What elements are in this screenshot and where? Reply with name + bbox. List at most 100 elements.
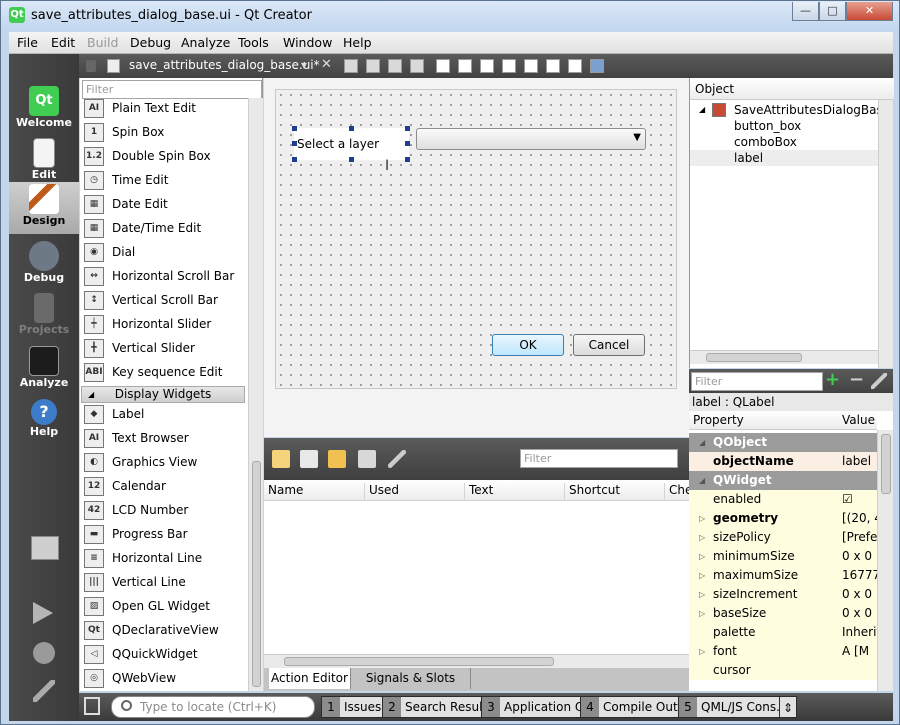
- widget-box-scroll-thumb[interactable]: [252, 461, 261, 687]
- property-expand-icon[interactable]: ▷: [699, 566, 705, 585]
- property-value[interactable]: 16777: [842, 566, 877, 585]
- column-shortcut[interactable]: Shortcut: [564, 483, 620, 501]
- widget-item-qquickwidget[interactable]: ◁ QQuickWidget: [84, 643, 254, 667]
- splitter-horizontal-icon[interactable]: [480, 59, 494, 73]
- widget-item-calendar[interactable]: 12 Calendar: [84, 475, 254, 499]
- property-section[interactable]: ◢ QWidget: [689, 471, 877, 490]
- widget-item-double-spin-box[interactable]: 1.2 Double Spin Box: [84, 145, 254, 169]
- adjust-size-icon[interactable]: [590, 59, 604, 73]
- property-row[interactable]: palette Inherit: [689, 623, 877, 642]
- splitter-vertical-icon[interactable]: [502, 59, 516, 73]
- widget-box-scrollbar[interactable]: [248, 98, 263, 691]
- pane-qml-console[interactable]: 5 QML/JS Cons...: [678, 696, 793, 718]
- widget-item-key-sequence-edit[interactable]: ABI Key sequence Edit: [84, 361, 254, 385]
- widget-item-time-edit[interactable]: ◷ Time Edit: [84, 169, 254, 193]
- selection-handle[interactable]: [349, 126, 354, 131]
- property-value[interactable]: [Prefer: [842, 528, 877, 547]
- break-layout-icon[interactable]: [568, 59, 582, 73]
- layout-form-icon[interactable]: [546, 59, 560, 73]
- action-filter-input[interactable]: Filter: [520, 449, 678, 468]
- menu-debug[interactable]: Debug: [130, 35, 171, 50]
- selection-handle[interactable]: [292, 126, 297, 131]
- add-dynamic-property-icon[interactable]: +: [825, 369, 840, 390]
- form-cancel-button[interactable]: Cancel: [573, 334, 645, 356]
- widget-editing-mode-icon[interactable]: [344, 59, 358, 73]
- copy-action-icon[interactable]: [300, 450, 318, 468]
- widget-category-display[interactable]: ◢ Display Widgets: [81, 386, 245, 403]
- toggle-sidebar-icon[interactable]: [84, 697, 100, 715]
- property-value[interactable]: 0 x 0: [842, 547, 877, 566]
- widget-item-qwebview[interactable]: ◎ QWebView: [84, 667, 254, 691]
- minimize-button[interactable]: —: [792, 2, 819, 21]
- selection-handle[interactable]: [292, 157, 297, 162]
- column-property[interactable]: Property: [693, 411, 744, 429]
- widget-item-horizontal-slider[interactable]: ┿ Horizontal Slider: [84, 313, 254, 337]
- mode-help[interactable]: ? Help: [9, 397, 79, 449]
- widget-item-vertical-line[interactable]: ||| Vertical Line: [84, 571, 254, 595]
- property-row[interactable]: ▷ sizeIncrement 0 x 0: [689, 585, 877, 604]
- widget-item-text-browser[interactable]: AI Text Browser: [84, 427, 254, 451]
- mode-edit[interactable]: Edit: [9, 136, 79, 188]
- build-hammer-icon[interactable]: [33, 680, 55, 702]
- widget-item-open-gl-widget[interactable]: ▨ Open GL Widget: [84, 595, 254, 619]
- tab-order-mode-icon[interactable]: [410, 59, 424, 73]
- menu-tools[interactable]: Tools: [238, 35, 269, 50]
- property-expand-icon[interactable]: ▷: [699, 547, 705, 566]
- menu-file[interactable]: File: [17, 35, 38, 50]
- mode-design[interactable]: Design: [9, 182, 79, 234]
- widget-item-label[interactable]: ◆ Label: [84, 403, 254, 427]
- property-expand-icon[interactable]: ▷: [699, 585, 705, 604]
- signals-slots-mode-icon[interactable]: [366, 59, 380, 73]
- property-filter-input[interactable]: Filter: [691, 372, 823, 391]
- object-inspector-header[interactable]: Object: [690, 78, 894, 100]
- object-tree-item-selected[interactable]: label: [690, 150, 878, 166]
- widget-item-vertical-slider[interactable]: ╋ Vertical Slider: [84, 337, 254, 361]
- widget-item-lcd-number[interactable]: 42 LCD Number: [84, 499, 254, 523]
- property-value[interactable]: Inherit: [842, 623, 877, 642]
- kit-selector-monitor-icon[interactable]: [31, 536, 59, 560]
- property-row[interactable]: ▷ minimumSize 0 x 0: [689, 547, 877, 566]
- pane-scroll-button[interactable]: ⇕: [779, 696, 797, 718]
- mode-analyze[interactable]: Analyze: [9, 344, 79, 396]
- menu-help[interactable]: Help: [343, 35, 372, 50]
- mode-welcome[interactable]: Qt Welcome: [9, 84, 79, 136]
- mode-projects[interactable]: Projects: [9, 291, 79, 343]
- tab-action-editor[interactable]: Action Editor: [269, 668, 351, 689]
- section-collapse-icon[interactable]: ◢: [699, 433, 705, 452]
- menu-build[interactable]: Build: [87, 35, 118, 50]
- section-collapse-icon[interactable]: ◢: [699, 471, 705, 490]
- selection-handle[interactable]: [292, 141, 297, 146]
- selection-handle[interactable]: [405, 126, 410, 131]
- property-expand-icon[interactable]: ▷: [699, 642, 705, 661]
- column-name[interactable]: Name: [264, 483, 303, 501]
- layout-vertical-icon[interactable]: [458, 59, 472, 73]
- property-row[interactable]: ▷ maximumSize 16777: [689, 566, 877, 585]
- property-section[interactable]: ◢ QObject: [689, 433, 877, 452]
- property-value[interactable]: label: [842, 452, 877, 471]
- debug-run-icon[interactable]: [33, 642, 55, 664]
- new-action-icon[interactable]: [272, 450, 290, 468]
- menu-window[interactable]: Window: [283, 35, 332, 50]
- layout-grid-icon[interactable]: [524, 59, 538, 73]
- property-value[interactable]: 0 x 0: [842, 585, 877, 604]
- property-expand-icon[interactable]: ▷: [699, 528, 705, 547]
- delete-action-icon[interactable]: [358, 450, 376, 468]
- remove-dynamic-property-icon[interactable]: −: [849, 369, 864, 390]
- menu-analyze[interactable]: Analyze: [181, 35, 230, 50]
- column-used[interactable]: Used: [364, 483, 399, 501]
- menu-edit[interactable]: Edit: [51, 35, 75, 50]
- selection-handle[interactable]: [405, 157, 410, 162]
- widget-item-date-edit[interactable]: ▦ Date Edit: [84, 193, 254, 217]
- property-value[interactable]: ☑: [842, 490, 877, 509]
- property-expand-icon[interactable]: ▷: [699, 604, 705, 623]
- property-row[interactable]: ▷ geometry [(20, 40: [689, 509, 877, 528]
- object-tree-item[interactable]: comboBox: [690, 134, 878, 150]
- property-value[interactable]: A [M: [842, 642, 877, 661]
- object-inspector-hscroll-thumb[interactable]: [706, 353, 802, 362]
- property-expand-icon[interactable]: ▷: [699, 509, 705, 528]
- property-row[interactable]: ▷ font A [M: [689, 642, 877, 661]
- object-inspector-hscrollbar[interactable]: [690, 350, 878, 364]
- layout-horizontal-icon[interactable]: [436, 59, 450, 73]
- object-inspector-scrollbar[interactable]: [878, 100, 893, 368]
- selection-handle[interactable]: [349, 157, 354, 162]
